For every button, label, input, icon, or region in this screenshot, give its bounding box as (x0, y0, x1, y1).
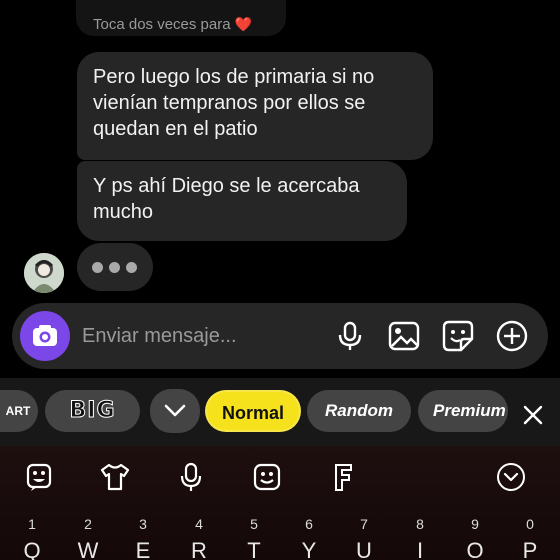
key-e[interactable]: E (128, 538, 158, 560)
camera-icon (33, 325, 57, 346)
theme-button[interactable] (98, 460, 132, 494)
gallery-button[interactable] (386, 318, 422, 354)
expand-styles-button[interactable] (150, 389, 200, 433)
collapse-toolbar-button[interactable] (494, 460, 528, 494)
key-u[interactable]: U (349, 538, 379, 560)
reaction-hint-text: Toca dos veces para (93, 16, 231, 33)
avatar-image (24, 253, 64, 293)
heart-icon: ❤️ (234, 16, 253, 32)
typing-dot (92, 262, 103, 273)
key-number-hint: 4 (195, 516, 203, 532)
sticker-button[interactable] (440, 318, 476, 354)
typing-dot (109, 262, 120, 273)
style-chip-label: ART (5, 404, 31, 418)
font-button[interactable] (326, 460, 360, 494)
key-r[interactable]: R (184, 538, 214, 560)
key-number-hint: 0 (526, 516, 534, 532)
chevron-down-circle-icon (497, 463, 525, 491)
message-text: Y ps ahí Diego se le acercaba mucho (93, 175, 360, 223)
message-input[interactable] (82, 321, 322, 351)
key-q[interactable]: Q (17, 538, 47, 560)
microphone-icon (338, 321, 362, 350)
key-number-hint: 2 (84, 516, 92, 532)
sticker-keyboard-button[interactable] (250, 460, 284, 494)
chevron-down-icon (164, 404, 186, 417)
key-number-hint: 9 (471, 516, 479, 532)
style-chip-label: BIG (69, 398, 116, 424)
chat-thread: Toca dos veces para ❤️ Pero luego los de… (0, 0, 560, 300)
key-number-hint: 8 (416, 516, 424, 532)
key-p[interactable]: P (515, 538, 545, 560)
key-number-hint: 7 (360, 516, 368, 532)
style-chip-label: Random (325, 401, 393, 420)
message-bubble[interactable]: Y ps ahí Diego se le acercaba mucho (77, 161, 407, 241)
voice-input-button[interactable] (174, 460, 208, 494)
key-y[interactable]: Y (294, 538, 324, 560)
close-icon (523, 405, 543, 425)
style-chip-label: Premium (433, 401, 506, 420)
style-chip-label: Normal (221, 403, 284, 423)
style-chip-normal[interactable]: Normal (205, 390, 301, 432)
key-number-hint: 5 (250, 516, 258, 532)
microphone-button[interactable] (332, 318, 368, 354)
microphone-icon (180, 462, 202, 491)
close-strip-button[interactable] (518, 400, 548, 430)
camera-button[interactable] (20, 311, 70, 361)
sticker-icon (442, 320, 474, 352)
gallery-icon (388, 321, 420, 351)
key-number-hint: 3 (139, 516, 147, 532)
key-number-hint: 1 (28, 516, 36, 532)
message-bubble[interactable]: Pero luego los de primaria si no vienían… (77, 52, 433, 160)
font-style-strip: ART BIG Normal Random Premium (0, 378, 560, 446)
key-number-hint: 6 (305, 516, 313, 532)
plus-circle-icon (496, 320, 528, 352)
typing-indicator (77, 243, 153, 291)
emoji-icon (26, 463, 52, 491)
key-t[interactable]: T (239, 538, 269, 560)
typing-dot (126, 262, 137, 273)
keyboard: 1 2 3 4 5 6 7 8 9 0 Q W E R T Y U I O P (0, 446, 560, 560)
avatar[interactable] (24, 253, 64, 293)
message-composer (12, 303, 548, 369)
reaction-hint: Toca dos veces para ❤️ (93, 16, 252, 33)
style-chip-random[interactable]: Random (307, 390, 411, 432)
tshirt-icon (100, 463, 130, 491)
key-w[interactable]: W (73, 538, 103, 560)
emoji-keyboard-button[interactable] (22, 460, 56, 494)
key-o[interactable]: O (460, 538, 490, 560)
smiley-sticker-icon (253, 463, 281, 491)
style-chip-art[interactable]: ART (0, 390, 38, 432)
message-text: Pero luego los de primaria si no vienían… (93, 66, 375, 140)
style-chip-big[interactable]: BIG (45, 390, 140, 432)
add-button[interactable] (494, 318, 530, 354)
key-i[interactable]: I (405, 538, 435, 560)
font-icon (335, 464, 352, 491)
style-chip-premium[interactable]: Premium (418, 390, 508, 432)
